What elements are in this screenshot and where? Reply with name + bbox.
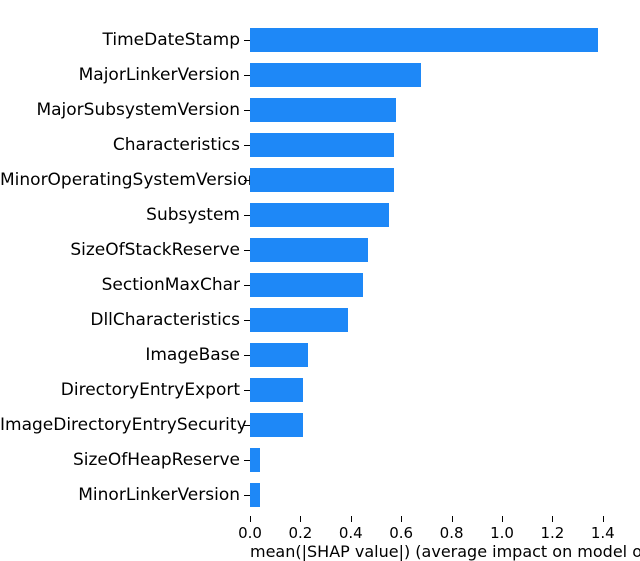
bar [250, 63, 421, 87]
x-tick-label: 1.2 [532, 524, 572, 542]
bar [250, 28, 598, 52]
bar [250, 483, 260, 507]
category-label: ImageBase [0, 343, 240, 367]
category-label: DirectoryEntryExport [0, 378, 240, 402]
category-label: MajorSubsystemVersion [0, 98, 240, 122]
category-label: SizeOfHeapReserve [0, 448, 240, 472]
x-tick [351, 516, 352, 522]
category-label: MajorLinkerVersion [0, 63, 240, 87]
category-label: Characteristics [0, 133, 240, 157]
bar [250, 343, 308, 367]
x-tick [401, 516, 402, 522]
bar [250, 413, 303, 437]
bar [250, 308, 348, 332]
bar [250, 273, 363, 297]
x-tick [300, 516, 301, 522]
x-tick [552, 516, 553, 522]
x-tick-label: 1.4 [583, 524, 623, 542]
category-label: MinorOperatingSystemVersion [0, 168, 240, 192]
bar [250, 448, 260, 472]
bar [250, 238, 368, 262]
plot-area: TimeDateStamp MajorLinkerVersion MajorSu… [250, 22, 628, 516]
category-label: ImageDirectoryEntrySecurity [0, 413, 240, 437]
x-tick [603, 516, 604, 522]
category-label: SectionMaxChar [0, 273, 240, 297]
bar [250, 378, 303, 402]
category-label: DllCharacteristics [0, 308, 240, 332]
bar [250, 168, 394, 192]
category-label: Subsystem [0, 203, 240, 227]
bar [250, 203, 389, 227]
category-label: MinorLinkerVersion [0, 483, 240, 507]
x-tick [502, 516, 503, 522]
bar [250, 98, 396, 122]
x-tick-label: 1.0 [482, 524, 522, 542]
x-tick-label: 0.6 [381, 524, 421, 542]
category-label: TimeDateStamp [0, 28, 240, 52]
x-tick-label: 0.2 [280, 524, 320, 542]
x-tick-label: 0.0 [230, 524, 270, 542]
x-tick-label: 0.4 [331, 524, 371, 542]
x-tick-label: 0.8 [432, 524, 472, 542]
x-tick [250, 516, 251, 522]
bar [250, 133, 394, 157]
x-axis-label: mean(|SHAP value|) (average impact on mo… [250, 542, 640, 561]
category-label: SizeOfStackReserve [0, 238, 240, 262]
x-tick [452, 516, 453, 522]
shap-feature-importance-chart: TimeDateStamp MajorLinkerVersion MajorSu… [0, 0, 640, 560]
